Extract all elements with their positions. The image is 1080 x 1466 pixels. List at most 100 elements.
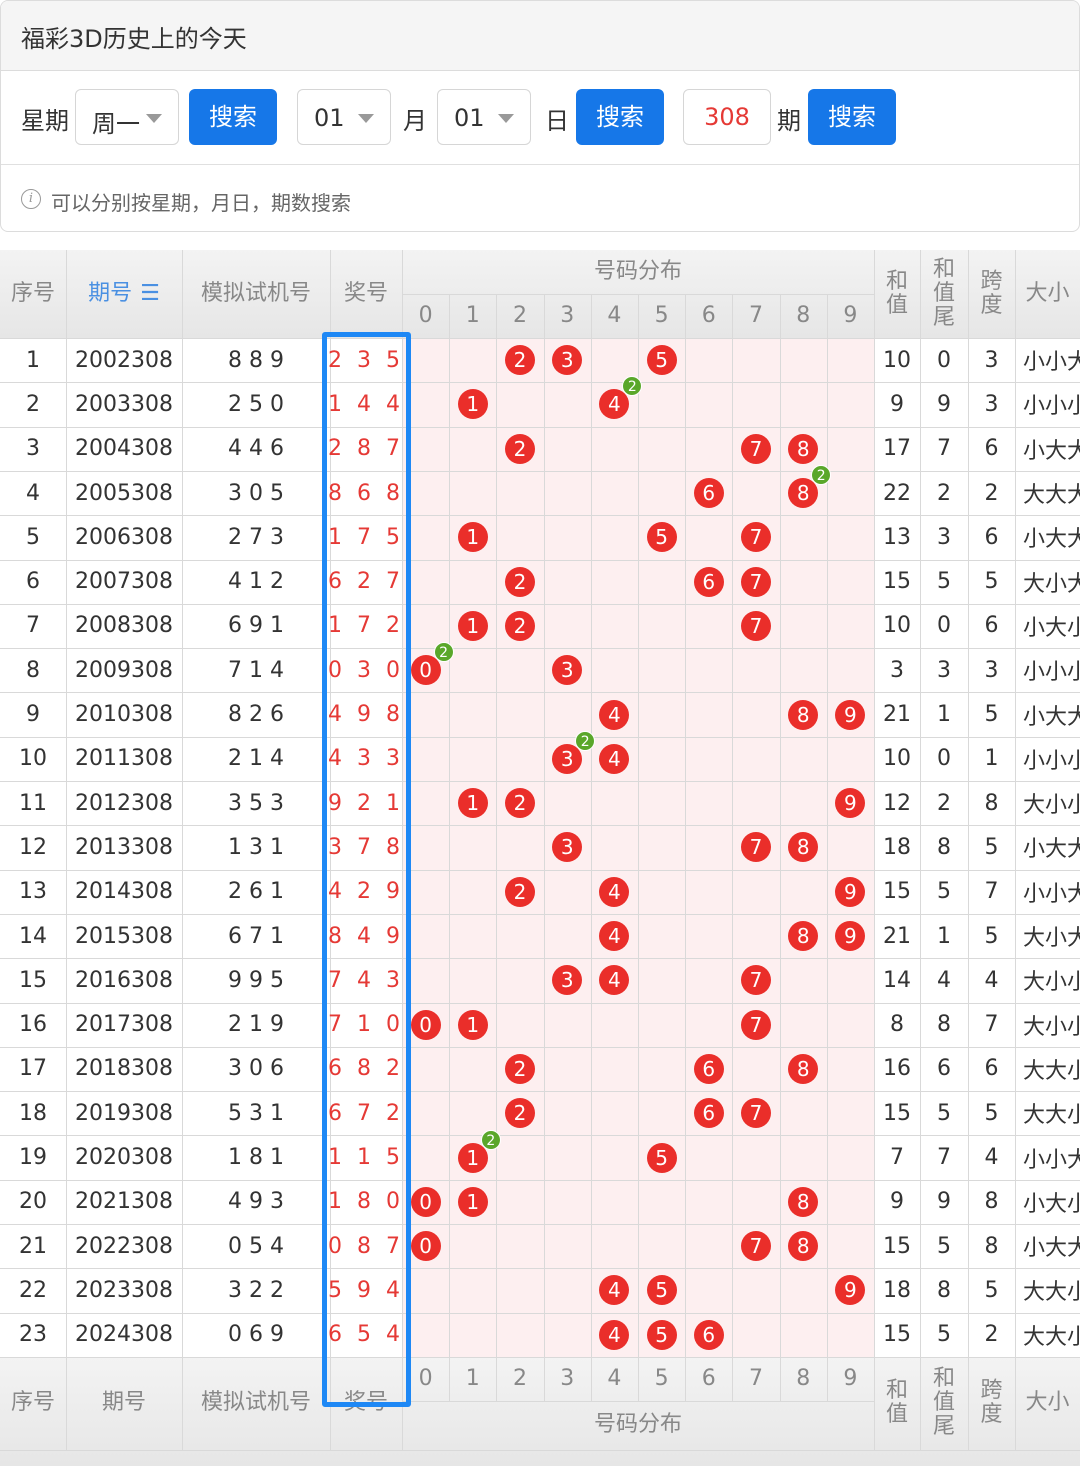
grid-hline — [0, 1450, 1080, 1451]
issue-input[interactable]: 308 — [683, 89, 771, 145]
row-sum: 8 — [890, 1012, 904, 1038]
row-issue: 2017308 — [75, 1012, 173, 1038]
header-issue[interactable]: 期号 ☰ — [66, 250, 182, 338]
header-digit-1: 1 — [465, 303, 480, 328]
weekday-select[interactable]: 周一 — [75, 89, 179, 145]
number-ball-2: 2 — [505, 788, 535, 819]
row-issue: 2013308 — [75, 834, 173, 860]
row-seq: 6 — [26, 569, 40, 595]
month-value: 01 — [314, 104, 345, 132]
row-span: 6 — [984, 1056, 999, 1082]
row-size: 大大大 — [1023, 483, 1080, 509]
row-issue: 2004308 — [75, 436, 173, 462]
number-ball-7: 7 — [741, 1009, 771, 1040]
row-seq: 16 — [19, 1012, 47, 1038]
row-sum-tail: 8 — [937, 834, 951, 860]
row-trial: 2 7 3 — [228, 524, 284, 550]
info-icon: i — [21, 189, 41, 209]
number-ball-9: 9 — [835, 699, 866, 730]
chevron-down-icon — [358, 114, 374, 123]
footer-digit-8: 8 — [796, 1365, 811, 1391]
row-span: 6 — [984, 613, 999, 639]
row-trial: 8 8 9 — [228, 347, 284, 373]
search-by-weekday-button[interactable]: 搜索 — [189, 89, 277, 145]
month-select[interactable]: 01 — [297, 89, 391, 145]
row-issue: 2021308 — [75, 1189, 173, 1215]
row-sum: 3 — [890, 657, 904, 683]
number-ball-7: 7 — [741, 566, 771, 597]
row-sum-tail: 2 — [937, 480, 951, 506]
row-seq: 23 — [19, 1322, 47, 1348]
footer-sum-tail: 和 值 尾 — [932, 1366, 955, 1440]
row-issue: 2019308 — [75, 1100, 173, 1126]
row-issue: 2016308 — [75, 967, 173, 993]
header-digit-5: 5 — [654, 303, 669, 328]
number-ball-1: 1 — [457, 522, 488, 553]
row-sum: 18 — [883, 834, 911, 860]
chevron-down-icon — [498, 114, 514, 123]
number-ball-8: 8 — [788, 1186, 819, 1217]
row-seq: 3 — [26, 436, 40, 462]
row-span: 5 — [984, 834, 999, 860]
row-seq: 4 — [26, 480, 40, 506]
sort-icon[interactable]: ☰ — [140, 282, 160, 306]
row-span: 6 — [984, 436, 999, 462]
row-seq: 15 — [19, 967, 47, 993]
footer-digit-9: 9 — [843, 1365, 858, 1391]
row-sum-tail: 9 — [937, 391, 951, 417]
row-sum-tail: 3 — [937, 524, 951, 550]
row-sum: 9 — [890, 391, 904, 417]
row-issue: 2010308 — [75, 702, 173, 728]
grid-hline — [402, 294, 874, 295]
row-span: 5 — [984, 923, 999, 949]
row-seq: 9 — [26, 702, 40, 728]
row-size: 小大小 — [1023, 1191, 1080, 1217]
row-sum-tail: 5 — [937, 1100, 951, 1126]
number-ball-4: 4 — [599, 1319, 630, 1350]
row-trial: 4 4 6 — [228, 436, 284, 462]
row-size: 大小大 — [1023, 571, 1080, 597]
row-size: 小小大 — [1023, 1147, 1080, 1173]
row-span: 4 — [984, 1145, 999, 1171]
row-span: 5 — [984, 1100, 999, 1126]
grid-vline — [732, 294, 734, 1401]
row-seq: 13 — [19, 879, 47, 905]
row-issue: 2006308 — [75, 524, 173, 550]
weekday-value: 周一 — [92, 110, 140, 138]
row-size: 小大大 — [1023, 704, 1080, 730]
row-sum: 10 — [883, 347, 911, 373]
row-span: 6 — [984, 524, 999, 550]
row-size: 小大大 — [1023, 527, 1080, 553]
repeat-count-badge: 2 — [433, 642, 454, 663]
issue-label: 期 — [777, 107, 801, 135]
number-ball-7: 7 — [741, 610, 771, 641]
grid-vline — [779, 294, 781, 1401]
grid-vline — [590, 294, 592, 1401]
row-seq: 12 — [19, 834, 47, 860]
row-seq: 2 — [26, 391, 40, 417]
day-select[interactable]: 01 — [437, 89, 531, 145]
row-issue: 2005308 — [75, 480, 173, 506]
row-sum: 15 — [883, 1233, 911, 1259]
row-trial: 0 5 4 — [228, 1233, 284, 1259]
row-sum: 12 — [883, 790, 911, 816]
page-title: 福彩3D历史上的今天 — [21, 25, 247, 53]
row-seq: 5 — [26, 524, 40, 550]
number-ball-5: 5 — [646, 345, 677, 376]
row-sum-tail: 7 — [937, 1145, 951, 1171]
number-ball-6: 6 — [693, 566, 724, 597]
row-issue: 2018308 — [75, 1056, 173, 1082]
row-trial: 2 1 4 — [228, 746, 284, 772]
repeat-count-badge: 2 — [480, 1129, 501, 1150]
row-trial: 8 2 6 — [228, 702, 284, 728]
row-seq: 11 — [19, 790, 47, 816]
row-trial: 5 3 1 — [228, 1100, 284, 1126]
search-by-date-button[interactable]: 搜索 — [576, 89, 664, 145]
row-size: 大大小 — [1023, 1280, 1080, 1306]
search-by-issue-button[interactable]: 搜索 — [808, 89, 896, 145]
row-size: 小大小 — [1023, 615, 1080, 641]
row-sum: 17 — [883, 436, 911, 462]
number-ball-0: 0 — [410, 1231, 441, 1262]
number-ball-4: 4 — [599, 699, 630, 730]
title-bar: 福彩3D历史上的今天 — [1, 1, 1079, 71]
